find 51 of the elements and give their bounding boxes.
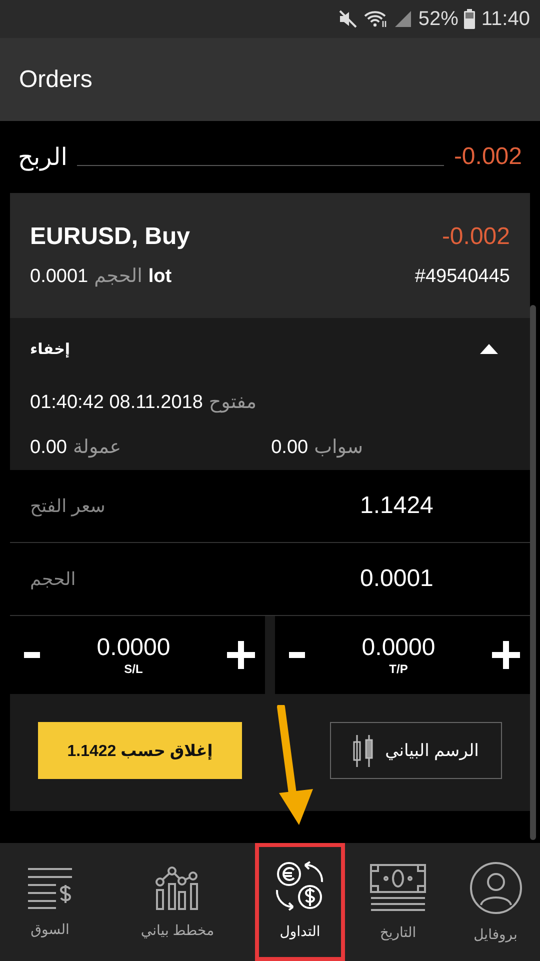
screen-title: Orders (19, 66, 92, 94)
battery-icon (464, 9, 476, 29)
commission-label: عمولة (72, 436, 122, 459)
order-symbol: EURUSD, Buy (30, 223, 190, 251)
collapse-icon (480, 344, 498, 354)
profit-label: الربح (18, 143, 68, 171)
chart-button[interactable]: الرسم البياني (330, 722, 502, 779)
volume-value: 0.0001 (30, 266, 88, 288)
volume-label: الحجم (94, 265, 142, 288)
price-list-icon (27, 866, 73, 908)
stepper-caption: T/P (389, 662, 408, 676)
minus-icon (289, 652, 305, 658)
user-icon (470, 862, 522, 914)
open-label: مفتوح (208, 391, 257, 414)
battery-percent: 52% (418, 8, 458, 30)
open-time: 01:40:42 08.11.2018 (30, 392, 203, 414)
nav-tab[interactable]: السوق (0, 843, 100, 961)
stepper-value: 0.0000 (362, 634, 436, 662)
order-profit: -0.002 (442, 223, 510, 251)
signal-icon (394, 10, 412, 28)
mute-icon (338, 10, 358, 28)
nav-tab[interactable]: بروفايل (451, 843, 540, 961)
banknote-icon (370, 864, 426, 912)
nav-tab[interactable]: مخطط بياني (100, 843, 255, 961)
nav-tab[interactable]: التداول (259, 847, 341, 954)
plus-icon (227, 641, 255, 669)
swap-value: 0.00 (271, 436, 308, 458)
volume-unit: lot (148, 266, 172, 288)
stepper-field[interactable]: 0.0000 S/L (10, 616, 265, 694)
field-label: سعر الفتح (30, 496, 106, 516)
hide-details-toggle[interactable]: إخفاء (10, 318, 530, 380)
order-ticket: #49540445 (414, 266, 510, 288)
close-position-button[interactable]: إغلاق حسب 1.1422 (38, 722, 242, 779)
scrollbar[interactable] (530, 305, 536, 840)
plus-icon (492, 641, 520, 669)
nav-tab[interactable]: التاريخ (345, 843, 451, 961)
candlestick-icon (353, 734, 374, 768)
field-label: الحجم (30, 568, 77, 590)
bar-chart-icon (154, 866, 200, 910)
field-value: 0.0001 (360, 565, 434, 593)
stepper-field[interactable]: 0.0000 T/P (275, 616, 530, 694)
stepper-value: 0.0000 (96, 634, 170, 662)
stepper-caption: S/L (124, 662, 143, 676)
minus-icon (24, 652, 40, 658)
swap-label: سواب (314, 436, 363, 459)
field-value: 1.1424 (360, 492, 434, 520)
profit-value: -0.002 (454, 143, 522, 171)
clock: 11:40 (481, 8, 530, 30)
wifi-icon (364, 10, 388, 28)
currency-exchange-icon (275, 861, 325, 911)
commission-value: 0.00 (30, 436, 67, 458)
